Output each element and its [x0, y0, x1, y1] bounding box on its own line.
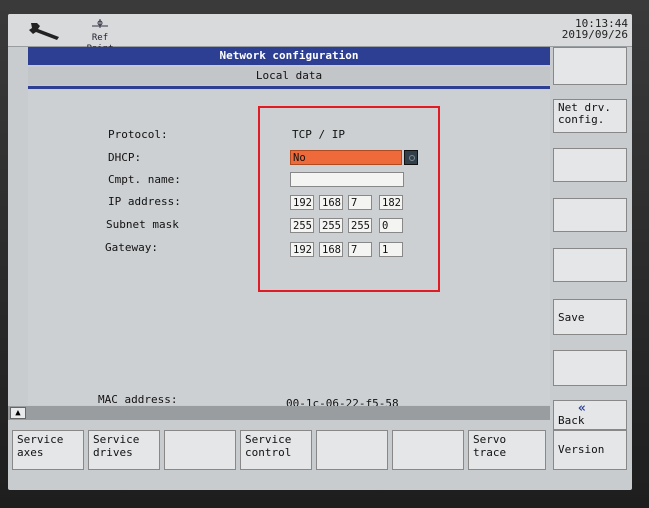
softkey-right-1[interactable]: [553, 47, 627, 85]
title-divider: [28, 86, 550, 89]
page-title: Network configuration: [28, 47, 550, 65]
softkey-right-3[interactable]: [553, 148, 627, 182]
softkey-bottom-5[interactable]: [316, 430, 388, 470]
ip-address-label: IP address:: [108, 195, 181, 208]
cmpt-name-label: Cmpt. name:: [108, 173, 181, 186]
back-button[interactable]: « Back: [553, 400, 627, 430]
mac-address-label: MAC address:: [98, 393, 178, 406]
version-button[interactable]: Version: [553, 430, 627, 470]
protocol-label: Protocol:: [108, 128, 168, 141]
softkey-right-5[interactable]: [553, 248, 627, 282]
softkey-bottom-3[interactable]: [164, 430, 236, 470]
page-subtitle: Local data: [28, 67, 550, 85]
net-drv-config-button[interactable]: Net drv. config.: [553, 99, 627, 133]
scroll-bar: ▲: [8, 406, 550, 420]
gateway-label: Gateway:: [105, 241, 158, 254]
ref-point-icon: [92, 19, 108, 28]
subnet-mask-label: Subnet mask: [106, 218, 179, 231]
clock: 10:13:44 2019/09/26: [562, 18, 628, 40]
service-drives-button[interactable]: Service drives: [88, 430, 160, 470]
date: 2019/09/26: [561, 28, 628, 41]
dhcp-label: DHCP:: [108, 151, 142, 164]
softkey-bottom-6[interactable]: [392, 430, 464, 470]
servo-trace-button[interactable]: Servo trace: [468, 430, 546, 470]
softkey-right-4[interactable]: [553, 198, 627, 232]
service-control-button[interactable]: Service control: [240, 430, 312, 470]
service-axes-button[interactable]: Service axes: [12, 430, 84, 470]
softkey-right-7[interactable]: [553, 350, 627, 386]
highlight-box: [258, 106, 440, 292]
save-button[interactable]: Save: [553, 299, 627, 335]
scroll-up-button[interactable]: ▲: [10, 407, 26, 419]
status-bar: Ref Point 10:13:44 2019/09/26: [8, 14, 632, 54]
hmi-screen: Ref Point 10:13:44 2019/09/26 Network co…: [8, 14, 632, 490]
wrench-icon[interactable]: [22, 18, 68, 42]
back-label: Back: [558, 414, 585, 427]
ref-point-indicator: Ref Point: [78, 18, 122, 54]
